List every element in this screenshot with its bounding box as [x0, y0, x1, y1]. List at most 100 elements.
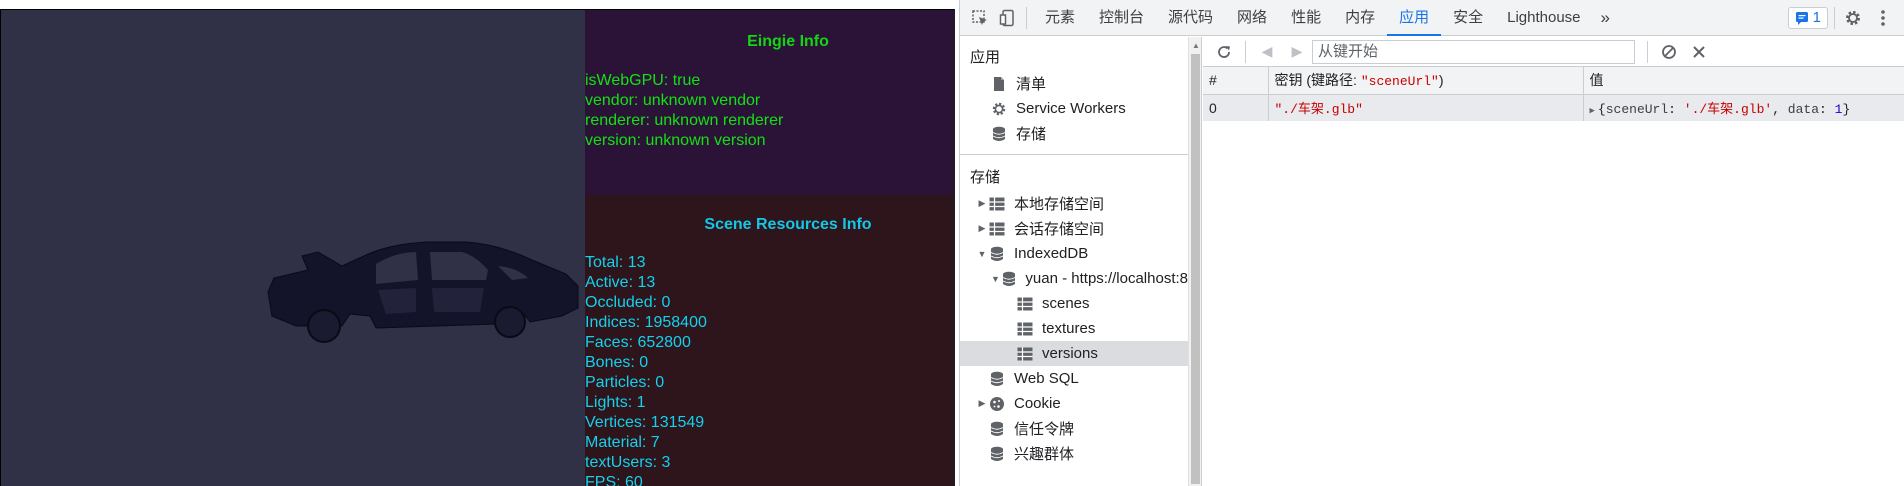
sidebar-item-storage-3[interactable]: ▼ yuan - https://localhost:8 — [960, 266, 1188, 291]
tab-6[interactable]: 应用 — [1387, 0, 1442, 36]
grid-icon — [1016, 346, 1034, 362]
database-icon — [988, 371, 1006, 387]
devtools-tab-bar: 元素 控制台 源代码 网络 性能 内存 应用 安全 Lighthouse » 1 — [960, 0, 1904, 36]
previous-page-icon[interactable]: ◀ — [1252, 40, 1282, 64]
sidebar-item-storage-2[interactable]: ▼ IndexedDB — [960, 241, 1188, 266]
grid-icon — [1016, 321, 1034, 337]
table-row[interactable]: 0 "./车架.glb" ▶ {sceneUrl: './车架.glb', dat… — [1203, 94, 1904, 121]
inspect-element-icon[interactable] — [968, 6, 992, 30]
start-from-key-input[interactable] — [1312, 39, 1635, 64]
scene-stat-line: Indices: 1958400 — [585, 314, 707, 331]
engine-info-panel: Eingie Info isWebGPU: true vendor: unknow… — [585, 10, 953, 195]
tab-1[interactable]: 控制台 — [1087, 0, 1156, 36]
object-store-table: # 密钥 (键路径: "sceneUrl") 值 0 "./车架.glb" ▶{… — [1203, 67, 1904, 476]
sidebar-item-app-2[interactable]: 存储 — [960, 121, 1188, 146]
database-icon — [988, 246, 1006, 262]
device-toolbar-icon[interactable] — [996, 6, 1020, 30]
toolbar-divider — [1245, 40, 1246, 63]
tab-0[interactable]: 元素 — [1033, 0, 1087, 36]
kebab-menu-icon[interactable] — [1871, 6, 1895, 30]
clear-object-store-icon[interactable] — [1654, 40, 1684, 64]
application-sidebar: 应用 清单 Service Workers 存储 存储 ▶ 本地存储空间 ▶ 会话存储空间… — [960, 37, 1188, 486]
sidebar-item-storage-10[interactable]: 兴趣群体 — [960, 441, 1188, 466]
sidebar-item-label: 信任令牌 — [1014, 421, 1075, 438]
devtools-window: 元素 控制台 源代码 网络 性能 内存 应用 安全 Lighthouse » 1 应用 清单 Se… — [959, 0, 1904, 486]
tab-5[interactable]: 内存 — [1333, 0, 1387, 36]
sidebar-item-storage-1[interactable]: ▶ 会话存储空间 — [960, 216, 1188, 241]
sidebar-item-label: 会话存储空间 — [1014, 221, 1105, 238]
sidebar-item-label: 本地存储空间 — [1014, 196, 1105, 213]
scene-stat-line: Faces: 652800 — [585, 334, 691, 351]
sidebar-divider — [960, 154, 1188, 155]
sidebar-item-label: yuan - https://localhost:8 — [1025, 270, 1188, 287]
issues-badge[interactable]: 1 — [1787, 6, 1828, 29]
scene-resources-title: Scene Resources Info — [704, 216, 872, 233]
sidebar-item-label: Web SQL — [1014, 370, 1079, 387]
sidebar-scrollbar[interactable]: ▲ — [1188, 37, 1202, 486]
database-icon — [988, 421, 1006, 437]
sidebar-item-storage-4[interactable]: scenes — [960, 291, 1188, 316]
scene-stat-line: Occluded: 0 — [585, 294, 671, 311]
issues-count: 1 — [1812, 9, 1821, 26]
engine-info-line: isWebGPU: true — [585, 72, 701, 89]
tab-2[interactable]: 源代码 — [1156, 0, 1225, 36]
scene-stat-line: Bones: 0 — [585, 354, 649, 371]
sidebar-item-storage-8[interactable]: ▶ Cookie — [960, 391, 1188, 416]
sidebar-item-label: textures — [1042, 320, 1096, 337]
engine-info-line: version: unknown version — [585, 132, 766, 149]
engine-info-title: Eingie Info — [747, 33, 829, 50]
row-value[interactable]: ▶ {sceneUrl: './车架.glb', data: 1} — [1583, 94, 1904, 121]
expanded-triangle-icon[interactable]: ▼ — [990, 274, 1001, 284]
scene-stat-line: Particles: 0 — [585, 374, 665, 391]
delete-selected-icon[interactable] — [1684, 40, 1714, 64]
collapsed-triangle-icon[interactable]: ▶ — [976, 198, 988, 209]
sidebar-item-storage-5[interactable]: textures — [960, 316, 1188, 341]
column-header-key[interactable]: 密钥 (键路径: "sceneUrl") — [1268, 67, 1584, 95]
scene-stat-line: Active: 13 — [585, 274, 656, 291]
scrollbar-thumb[interactable] — [1191, 54, 1200, 484]
gear-icon[interactable] — [1841, 6, 1865, 30]
sidebar-item-app-1[interactable]: Service Workers — [960, 96, 1188, 121]
grid-icon — [988, 221, 1006, 237]
gear-icon — [990, 101, 1008, 117]
scene-stat-line: textUsers: 3 — [585, 454, 671, 471]
scene-stat-line: FPS: 60 — [585, 474, 643, 486]
sidebar-item-app-0[interactable]: 清单 — [960, 71, 1188, 96]
scene-stat-line: Lights: 1 — [585, 394, 646, 411]
sidebar-item-label: 存储 — [1016, 126, 1047, 143]
expand-triangle-icon[interactable]: ▶ — [1590, 106, 1595, 116]
sidebar-item-storage-9[interactable]: 信任令牌 — [960, 416, 1188, 441]
grid-icon — [1016, 296, 1034, 312]
database-icon — [990, 126, 1008, 142]
sidebar-item-label: Service Workers — [1016, 100, 1126, 117]
sidebar-item-label: Cookie — [1014, 395, 1061, 412]
column-header-index[interactable]: # — [1203, 67, 1269, 95]
tab-3[interactable]: 网络 — [1225, 0, 1279, 36]
engine-info-lines: isWebGPU: true vendor: unknown vendor rend… — [585, 71, 953, 151]
column-header-value[interactable]: 值 — [1583, 67, 1904, 95]
tab-8[interactable]: Lighthouse — [1495, 0, 1592, 36]
database-icon — [988, 446, 1006, 462]
toolbar-divider — [1834, 6, 1835, 29]
next-page-icon[interactable]: ▶ — [1282, 40, 1312, 64]
sidebar-item-storage-0[interactable]: ▶ 本地存储空间 — [960, 191, 1188, 216]
scene-resources-panel: Scene Resources Info Total: 13 Active: 13… — [585, 195, 953, 486]
scene-stat-line: Material: 7 — [585, 434, 660, 451]
sidebar-item-label: scenes — [1042, 295, 1090, 312]
scroll-up-arrow-icon[interactable]: ▲ — [1192, 41, 1200, 50]
render-canvas[interactable]: Eingie Info isWebGPU: true vendor: unknow… — [0, 9, 955, 486]
webgpu-viewport: Eingie Info isWebGPU: true vendor: unknow… — [0, 0, 959, 486]
more-tabs-button[interactable]: » — [1593, 0, 1618, 36]
row-index: 0 — [1203, 94, 1269, 121]
toolbar-divider — [1647, 40, 1648, 63]
expanded-triangle-icon[interactable]: ▼ — [976, 249, 988, 259]
sidebar-item-storage-7[interactable]: Web SQL — [960, 366, 1188, 391]
sidebar-item-storage-6[interactable]: versions — [960, 341, 1188, 366]
tab-4[interactable]: 性能 — [1279, 0, 1333, 36]
tab-7[interactable]: 安全 — [1441, 0, 1495, 36]
indexeddb-view: ◀ ▶ # 密钥 (键路径: "sceneUrl") 值 — [1203, 37, 1904, 486]
collapsed-triangle-icon[interactable]: ▶ — [976, 223, 988, 234]
collapsed-triangle-icon[interactable]: ▶ — [976, 398, 988, 409]
refresh-icon[interactable] — [1209, 40, 1239, 64]
sidebar-item-label: 兴趣群体 — [1014, 446, 1075, 463]
